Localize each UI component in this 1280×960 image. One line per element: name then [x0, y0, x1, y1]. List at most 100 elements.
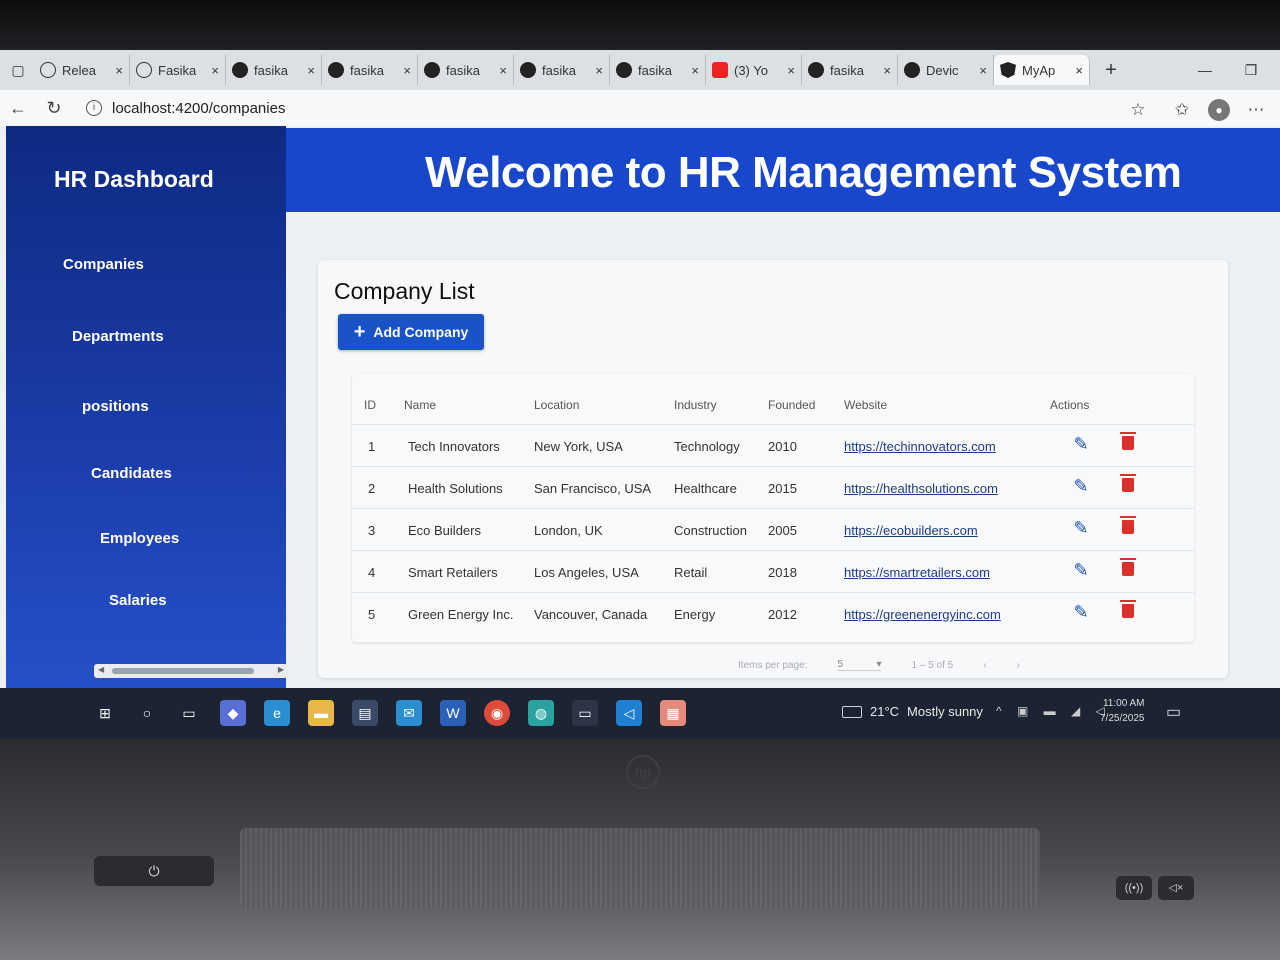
close-icon[interactable]: ×: [691, 63, 699, 78]
scroll-left-icon[interactable]: ◀: [98, 665, 104, 674]
cell-website-link[interactable]: https://smartretailers.com: [844, 565, 990, 580]
chrome-icon[interactable]: ◉: [484, 700, 510, 726]
cell-location: Los Angeles, USA: [534, 565, 639, 580]
sidebar-item-positions[interactable]: positions: [82, 398, 149, 415]
cell-id: 4: [368, 565, 376, 580]
app-icon[interactable]: ▦: [660, 700, 686, 726]
taskbar-clock[interactable]: 11:00 AM 7/25/2025: [1100, 696, 1145, 726]
vscode-icon[interactable]: ◁: [616, 700, 642, 726]
notification-icon[interactable]: ▭: [1166, 702, 1181, 722]
task-view-icon[interactable]: ▭: [176, 700, 202, 726]
file-explorer-icon[interactable]: ▬: [308, 700, 334, 726]
windows-start-icon[interactable]: ⊞: [92, 700, 118, 726]
back-icon[interactable]: ←: [0, 98, 36, 119]
cell-founded: 2018: [768, 565, 797, 580]
edge-browser-icon[interactable]: e: [264, 700, 290, 726]
edit-icon[interactable]: ✎: [1070, 601, 1092, 623]
browser-tab[interactable]: Devic ×: [898, 55, 994, 85]
close-icon[interactable]: ×: [211, 63, 219, 78]
company-list-card: Company List + Add Company ID Name Locat…: [318, 260, 1228, 678]
system-tray-icons[interactable]: ^ ▣ ▬ ◢ ◁: [996, 704, 1111, 718]
more-menu-icon[interactable]: ⋯: [1242, 96, 1270, 124]
tab-actions-icon[interactable]: ▢: [2, 55, 34, 85]
cell-website-link[interactable]: https://techinnovators.com: [844, 439, 996, 454]
cell-website-link[interactable]: https://ecobuilders.com: [844, 523, 978, 538]
close-icon[interactable]: ×: [787, 63, 795, 78]
delete-icon[interactable]: [1120, 558, 1136, 576]
scrollbar-thumb[interactable]: [112, 668, 254, 674]
sidebar-item-candidates[interactable]: Candidates: [91, 465, 172, 482]
tab-label: fasika: [254, 62, 288, 78]
url-text: localhost:4200/companies: [112, 99, 286, 117]
delete-icon[interactable]: [1120, 516, 1136, 534]
sidebar-item-companies[interactable]: Companies: [63, 256, 144, 273]
restore-icon[interactable]: ❐: [1228, 50, 1274, 90]
new-tab-button[interactable]: +: [1096, 59, 1126, 82]
next-page-icon[interactable]: ›: [1017, 660, 1020, 671]
copilot-icon[interactable]: ◆: [220, 700, 246, 726]
table-row: 5 Green Energy Inc. Vancouver, Canada En…: [352, 592, 1194, 634]
address-bar[interactable]: i localhost:4200/companies: [78, 94, 1098, 122]
laptop-bezel-top: [0, 0, 1280, 50]
close-icon[interactable]: ×: [499, 63, 507, 78]
close-icon[interactable]: ×: [595, 63, 603, 78]
favorites-icon[interactable]: ✩: [1168, 96, 1196, 124]
browser-tab[interactable]: fasika ×: [802, 55, 898, 85]
minimize-icon[interactable]: —: [1182, 50, 1228, 90]
close-icon[interactable]: ×: [307, 63, 315, 78]
terminal-icon[interactable]: ▭: [572, 700, 598, 726]
laptop-body: hp ⏻ ((•)) ◁×: [0, 738, 1280, 960]
browser-tab[interactable]: Fasika ×: [130, 55, 226, 85]
sidebar-item-departments[interactable]: Departments: [72, 328, 164, 345]
weather-widget[interactable]: 21°C Mostly sunny: [842, 704, 983, 719]
add-company-button[interactable]: + Add Company: [338, 314, 484, 350]
reload-icon[interactable]: ↻: [36, 98, 72, 119]
company-table: ID Name Location Industry Founded Websit…: [352, 374, 1194, 642]
delete-icon[interactable]: [1120, 432, 1136, 450]
delete-icon[interactable]: [1120, 474, 1136, 492]
sidebar-item-salaries[interactable]: Salaries: [109, 592, 167, 609]
sidebar-item-employees[interactable]: Employees: [100, 530, 179, 547]
edit-icon[interactable]: ✎: [1070, 433, 1092, 455]
cell-id: 2: [368, 481, 376, 496]
cell-website-link[interactable]: https://healthsolutions.com: [844, 481, 998, 496]
mail-icon[interactable]: ✉: [396, 700, 422, 726]
tab-label: (3) Yo: [734, 62, 768, 78]
close-icon[interactable]: ×: [979, 63, 987, 78]
browser-tab[interactable]: fasika ×: [514, 55, 610, 85]
tab-label: fasika: [542, 62, 576, 78]
cell-website-link[interactable]: https://greenenergyinc.com: [844, 607, 1001, 622]
edit-icon[interactable]: ✎: [1070, 475, 1092, 497]
store-icon[interactable]: ▤: [352, 700, 378, 726]
app-root: Welcome to HR Management System HR Dashb…: [0, 126, 1280, 688]
browser-tab[interactable]: fasika ×: [418, 55, 514, 85]
tab-label: fasika: [638, 62, 672, 78]
browser-tab[interactable]: fasika ×: [610, 55, 706, 85]
search-icon[interactable]: ○: [134, 700, 160, 726]
browser-tab[interactable]: fasika ×: [322, 55, 418, 85]
scroll-right-icon[interactable]: ▶: [278, 665, 284, 674]
browser-tab-active[interactable]: MyAp ×: [994, 55, 1090, 85]
browser-tab[interactable]: Relea ×: [34, 55, 130, 85]
browser-tab[interactable]: (3) Yo ×: [706, 55, 802, 85]
browser-tab[interactable]: fasika ×: [226, 55, 322, 85]
profile-avatar-icon[interactable]: ●: [1208, 99, 1230, 121]
windows-taskbar: ⊞ ○ ▭ ◆ e ▬ ▤ ✉ W ◉ ◍ ▭ ◁ ▦ 21°C Mostly …: [0, 688, 1280, 738]
close-icon[interactable]: ×: [1075, 63, 1083, 78]
globe-icon: [40, 62, 56, 78]
site-info-icon[interactable]: i: [86, 100, 102, 116]
previous-page-icon[interactable]: ‹: [983, 660, 986, 671]
edit-icon[interactable]: ✎: [1070, 559, 1092, 581]
favorite-star-icon[interactable]: ☆: [1124, 96, 1152, 124]
close-icon[interactable]: ×: [403, 63, 411, 78]
github-icon: [232, 62, 248, 78]
sidebar-title: HR Dashboard: [54, 166, 214, 192]
close-icon[interactable]: ×: [115, 63, 123, 78]
sidebar-scrollbar[interactable]: ◀ ▶: [94, 664, 288, 678]
delete-icon[interactable]: [1120, 600, 1136, 618]
edit-icon[interactable]: ✎: [1070, 517, 1092, 539]
page-size-select[interactable]: 5 ▾: [837, 659, 882, 671]
close-icon[interactable]: ×: [883, 63, 891, 78]
app-icon[interactable]: ◍: [528, 700, 554, 726]
word-icon[interactable]: W: [440, 700, 466, 726]
